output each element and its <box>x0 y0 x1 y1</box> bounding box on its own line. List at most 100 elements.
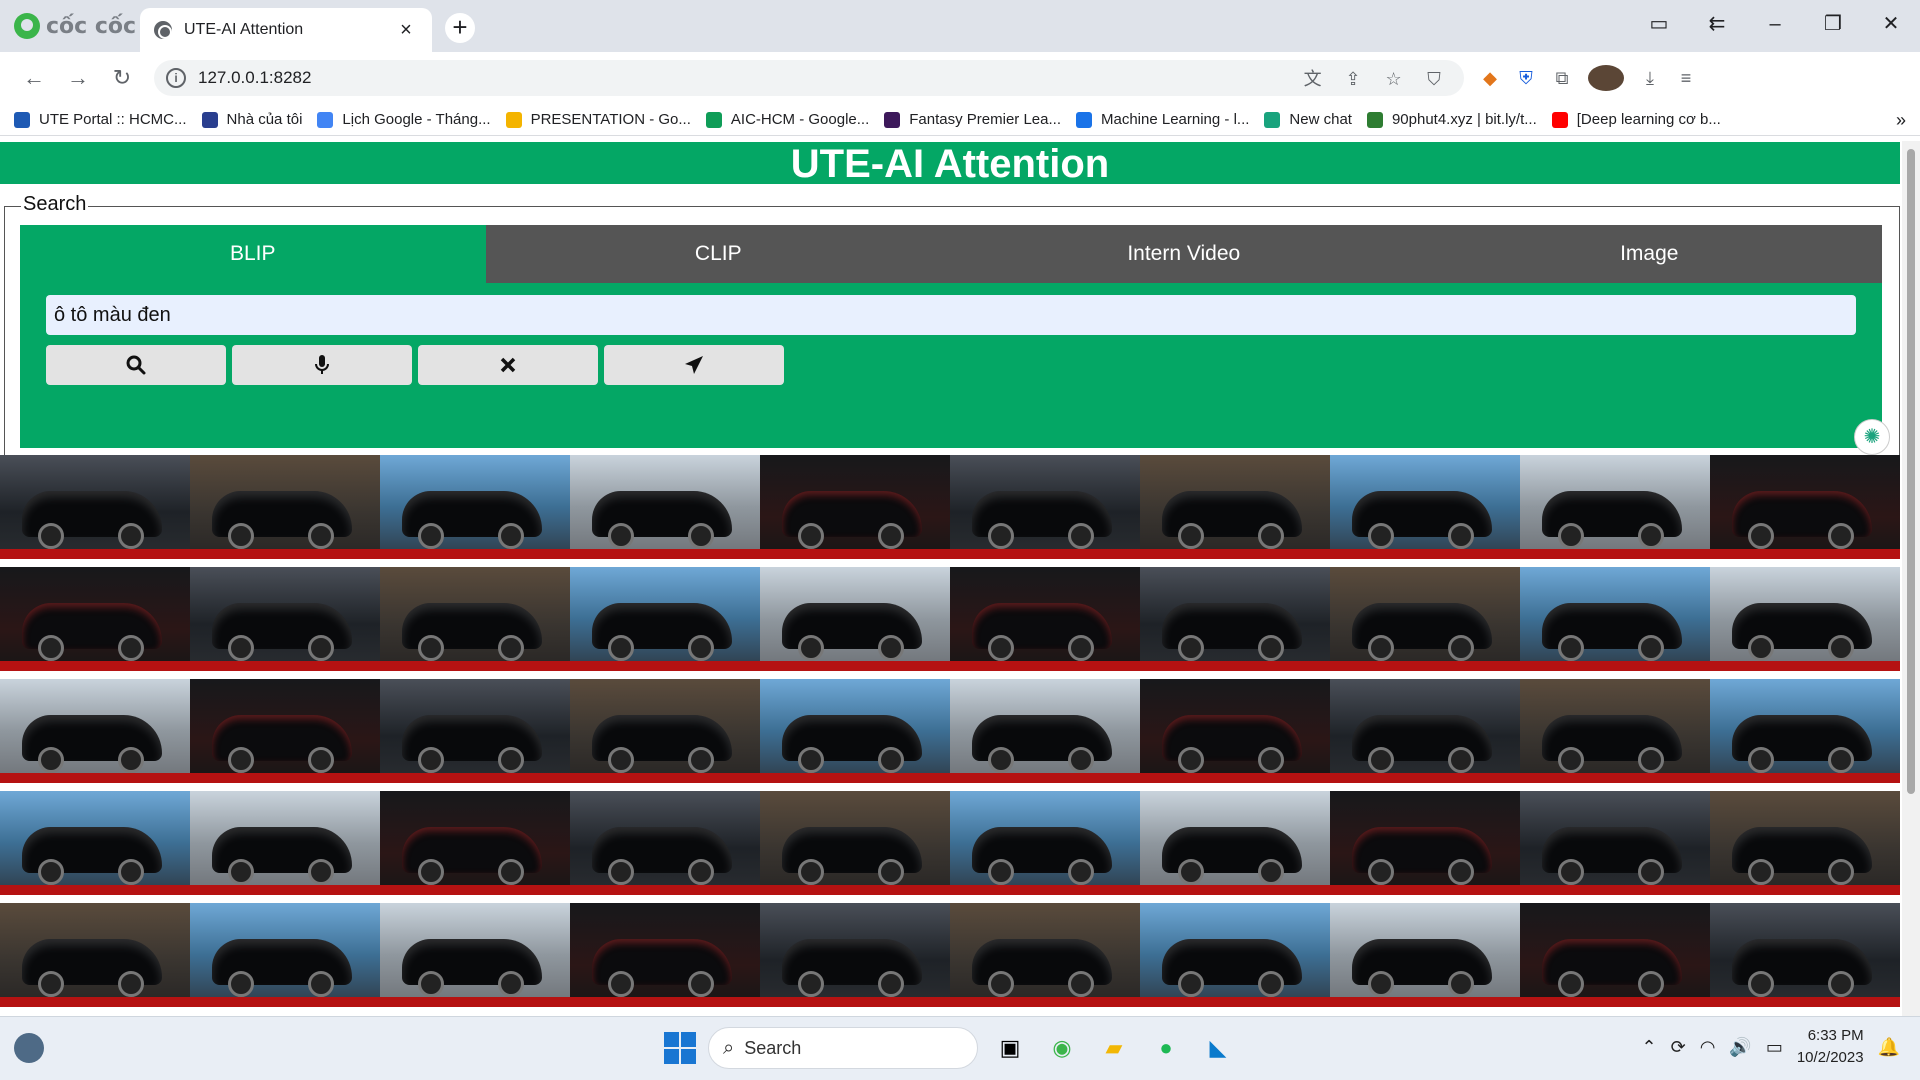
download-icon[interactable]: ⤓ <box>1632 68 1668 89</box>
extensions-puzzle-icon[interactable]: ⧉ <box>1544 68 1580 89</box>
bookmark-item[interactable]: Lịch Google - Tháng... <box>317 111 491 128</box>
weather-widget-icon[interactable] <box>14 1033 44 1063</box>
scrollbar-thumb[interactable] <box>1907 149 1915 794</box>
minimize-button[interactable]: – <box>1746 6 1804 42</box>
result-thumbnail[interactable] <box>0 903 190 1007</box>
file-explorer-icon[interactable]: ▰ <box>1094 1028 1134 1068</box>
result-thumbnail[interactable] <box>380 791 570 895</box>
wifi-icon[interactable]: ◠ <box>1700 1037 1716 1058</box>
translate-icon[interactable]: 文 <box>1295 65 1331 91</box>
result-thumbnail[interactable] <box>1140 791 1330 895</box>
result-thumbnail[interactable] <box>190 455 380 559</box>
tab-close-button[interactable]: × <box>394 19 418 42</box>
bookmark-item[interactable]: Nhà của tôi <box>201 111 302 128</box>
bookmark-item[interactable]: AIC-HCM - Google... <box>705 111 869 128</box>
tab-blip[interactable]: BLIP <box>20 225 486 283</box>
result-thumbnail[interactable] <box>570 567 760 671</box>
result-thumbnail[interactable] <box>570 903 760 1007</box>
result-thumbnail[interactable] <box>1710 791 1900 895</box>
bookmark-item[interactable]: 90phut4.xyz | bit.ly/t... <box>1366 111 1537 128</box>
result-thumbnail[interactable] <box>1520 455 1710 559</box>
result-thumbnail[interactable] <box>1140 679 1330 783</box>
taskbar-search[interactable]: ⌕ Search <box>708 1027 978 1069</box>
back-button[interactable]: ← <box>12 65 56 91</box>
result-thumbnail[interactable] <box>0 455 190 559</box>
result-thumbnail[interactable] <box>1330 903 1520 1007</box>
menu-icon[interactable]: ≡ <box>1668 68 1704 89</box>
address-bar[interactable]: i 127.0.0.1:8282 文 ⇪ ☆ ⛉ <box>154 60 1464 96</box>
result-thumbnail[interactable] <box>950 679 1140 783</box>
url-text[interactable]: 127.0.0.1:8282 <box>198 68 1295 88</box>
search-input[interactable] <box>46 295 1856 335</box>
result-thumbnail[interactable] <box>1710 679 1900 783</box>
result-thumbnail[interactable] <box>190 567 380 671</box>
result-thumbnail[interactable] <box>1330 791 1520 895</box>
spotify-icon[interactable]: ● <box>1146 1028 1186 1068</box>
result-thumbnail[interactable] <box>380 567 570 671</box>
result-thumbnail[interactable] <box>190 679 380 783</box>
profile-avatar[interactable] <box>1588 65 1624 91</box>
bookmark-item[interactable]: New chat <box>1264 111 1352 128</box>
result-thumbnail[interactable] <box>1710 567 1900 671</box>
result-thumbnail[interactable] <box>760 791 950 895</box>
result-thumbnail[interactable] <box>950 455 1140 559</box>
result-thumbnail[interactable] <box>570 791 760 895</box>
result-thumbnail[interactable] <box>1520 679 1710 783</box>
reload-button[interactable]: ↻ <box>100 65 144 91</box>
result-thumbnail[interactable] <box>1710 903 1900 1007</box>
result-thumbnail[interactable] <box>1140 567 1330 671</box>
windows-start-icon[interactable] <box>664 1032 696 1064</box>
bookmark-star-icon[interactable]: ☆ <box>1376 69 1412 90</box>
result-thumbnail[interactable] <box>380 455 570 559</box>
volume-icon[interactable]: 🔊 <box>1729 1037 1751 1058</box>
forward-button[interactable]: → <box>56 65 100 91</box>
page-scrollbar[interactable] <box>1902 141 1920 1016</box>
voice-button[interactable] <box>232 345 412 385</box>
chevron-up-icon[interactable]: ⌃ <box>1642 1037 1657 1058</box>
new-tab-button[interactable]: + <box>445 13 475 43</box>
share-icon[interactable]: ⇪ <box>1335 69 1371 90</box>
bookmarks-overflow-button[interactable]: » <box>1896 110 1906 131</box>
result-thumbnail[interactable] <box>760 903 950 1007</box>
result-thumbnail[interactable] <box>760 567 950 671</box>
result-thumbnail[interactable] <box>190 903 380 1007</box>
result-thumbnail[interactable] <box>570 455 760 559</box>
metamask-icon[interactable]: ◆ <box>1472 68 1508 89</box>
notification-bell-icon[interactable]: 🔔 <box>1878 1037 1900 1058</box>
sync-icon[interactable]: ⟳ <box>1671 1037 1686 1058</box>
bookmark-item[interactable]: [Deep learning cơ b... <box>1551 111 1721 128</box>
result-thumbnail[interactable] <box>1520 903 1710 1007</box>
result-thumbnail[interactable] <box>1330 679 1520 783</box>
result-thumbnail[interactable] <box>0 567 190 671</box>
screenshot-icon[interactable]: ▭ <box>1630 6 1688 42</box>
result-thumbnail[interactable] <box>1520 567 1710 671</box>
task-view-icon[interactable]: ▣ <box>990 1028 1030 1068</box>
bookmark-item[interactable]: Fantasy Premier Lea... <box>884 111 1061 128</box>
result-thumbnail[interactable] <box>1710 455 1900 559</box>
result-thumbnail[interactable] <box>950 791 1140 895</box>
sidebar-icon[interactable]: ⇇ <box>1688 6 1746 42</box>
bookmark-item[interactable]: UTE Portal :: HCMC... <box>14 111 187 128</box>
maximize-button[interactable]: ❐ <box>1804 6 1862 42</box>
system-clock[interactable]: 6:33 PM 10/2/2023 <box>1797 1025 1864 1069</box>
bitwarden-icon[interactable]: ⛨ <box>1508 68 1544 89</box>
site-info-icon[interactable]: i <box>166 68 186 88</box>
result-thumbnail[interactable] <box>190 791 380 895</box>
tab-image[interactable]: Image <box>1416 225 1882 283</box>
browser-brand[interactable]: cốc cốc <box>14 13 136 39</box>
result-thumbnail[interactable] <box>950 567 1140 671</box>
tab-intern-video[interactable]: Intern Video <box>951 225 1417 283</box>
result-thumbnail[interactable] <box>1140 903 1330 1007</box>
result-thumbnail[interactable] <box>0 679 190 783</box>
result-thumbnail[interactable] <box>950 903 1140 1007</box>
vscode-icon[interactable]: ◣ <box>1198 1028 1238 1068</box>
tab-clip[interactable]: CLIP <box>485 225 951 283</box>
search-button[interactable] <box>46 345 226 385</box>
bookmark-item[interactable]: PRESENTATION - Go... <box>505 111 691 128</box>
result-thumbnail[interactable] <box>380 679 570 783</box>
battery-icon[interactable]: ▭ <box>1766 1037 1783 1058</box>
result-thumbnail[interactable] <box>0 791 190 895</box>
close-window-button[interactable]: ✕ <box>1862 6 1920 42</box>
result-thumbnail[interactable] <box>760 455 950 559</box>
shield-icon[interactable]: ⛉ <box>1416 69 1452 90</box>
